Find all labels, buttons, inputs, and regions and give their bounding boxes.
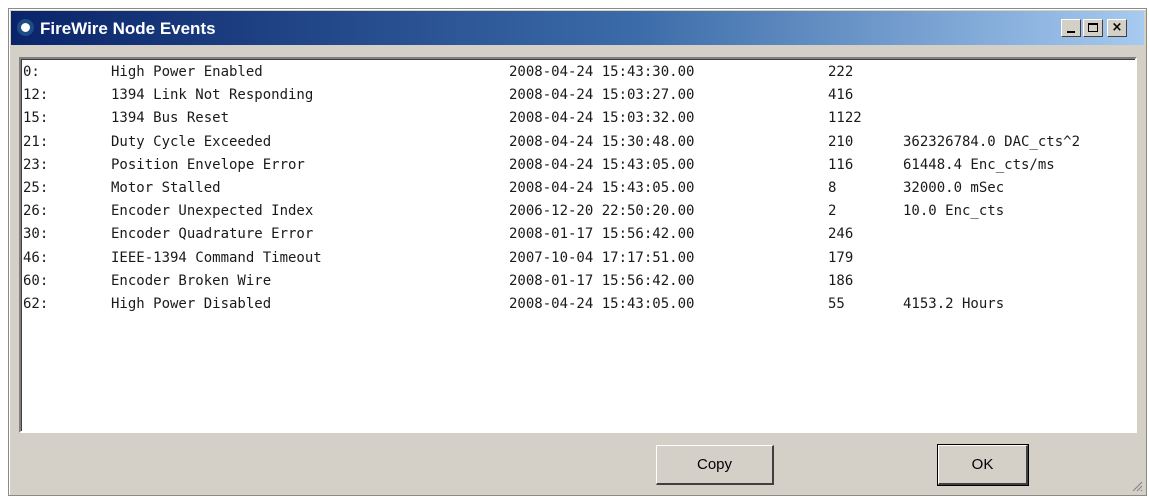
event-row[interactable]: 0: High Power Enabled 2008-04-24 15:43:30.…: [21, 61, 1135, 84]
event-value: 32000.0 mSec: [903, 180, 1005, 196]
event-timestamp: 2008-04-24 15:43:05.00: [509, 296, 695, 312]
event-timestamp: 2006-12-20 22:50:20.00: [509, 203, 695, 220]
event-count: 8: [828, 180, 837, 196]
event-id: 21:: [23, 133, 49, 150]
event-timestamp: 2008-04-24 15:43:05.00: [509, 180, 695, 196]
event-row[interactable]: 15: 1394 Bus Reset 2008-04-24 15:03:32.00 1…: [21, 107, 1135, 130]
title-bar[interactable]: FireWire Node Events ×: [11, 11, 1144, 45]
event-value: 10.0 Enc_cts: [903, 203, 1005, 220]
event-row[interactable]: 25: Motor Stalled 2008-04-24 15:43:05.00 8 3…: [21, 177, 1135, 200]
event-row[interactable]: 12: 1394 Link Not Responding 2008-04-24 15…: [21, 84, 1135, 107]
event-row[interactable]: 46: IEEE-1394 Command Timeout 2007-10-04 1…: [21, 247, 1135, 270]
event-timestamp: 2007-10-04 17:17:51.00: [509, 249, 695, 266]
ok-button[interactable]: OK: [937, 444, 1029, 486]
event-value: 61448.4 Enc_cts/ms: [903, 156, 1055, 173]
event-id: 26:: [23, 203, 49, 220]
event-timestamp: 2008-04-24 15:03:32.00: [509, 110, 695, 127]
event-id: 12:: [23, 87, 49, 104]
event-id: 23:: [23, 156, 49, 173]
maximize-button[interactable]: [1083, 19, 1103, 37]
event-row[interactable]: 26: Encoder Unexpected Index 2006-12-20 22…: [21, 200, 1135, 223]
event-id: 46:: [23, 249, 49, 266]
copy-button[interactable]: Copy: [656, 445, 774, 485]
event-count: 1122: [828, 110, 862, 127]
close-button[interactable]: ×: [1107, 19, 1127, 37]
event-count: 55: [828, 296, 845, 312]
event-id: 62:: [23, 296, 49, 312]
event-id: 60:: [23, 272, 49, 289]
event-count: 246: [828, 226, 854, 243]
event-id: 30:: [23, 226, 49, 243]
event-count: 116: [828, 156, 854, 173]
event-id: 0:: [23, 64, 40, 80]
minimize-icon: [1067, 31, 1075, 33]
event-id: 25:: [23, 180, 49, 196]
event-id: 15:: [23, 110, 49, 127]
firewire-node-events-window: FireWire Node Events × 0: High Power Enab…: [8, 8, 1147, 496]
event-value: 362326784.0 DAC_cts^2: [903, 133, 1081, 150]
event-name: 1394 Link Not Responding: [111, 87, 314, 104]
event-row[interactable]: 30: Encoder Quadrature Error 2008-01-17 15…: [21, 223, 1135, 246]
maximize-icon: [1088, 23, 1098, 32]
event-count: 179: [828, 249, 854, 266]
event-name: IEEE-1394 Command Timeout: [111, 249, 322, 266]
event-name: Duty Cycle Exceeded: [111, 133, 272, 150]
resize-grip-icon[interactable]: [1131, 480, 1143, 492]
event-value: 4153.2 Hours: [903, 296, 1005, 312]
event-list[interactable]: 0: High Power Enabled 2008-04-24 15:43:30.…: [19, 57, 1137, 433]
event-name: Encoder Unexpected Index: [111, 203, 314, 220]
event-count: 2: [828, 203, 837, 220]
event-name: Encoder Broken Wire: [111, 272, 272, 289]
event-count: 416: [828, 87, 854, 104]
event-timestamp: 2008-01-17 15:56:42.00: [509, 226, 695, 243]
event-name: 1394 Bus Reset: [111, 110, 230, 127]
event-name: Position Envelope Error: [111, 156, 305, 173]
event-name: High Power Enabled: [111, 64, 263, 80]
event-name: Motor Stalled: [111, 180, 221, 196]
event-timestamp: 2008-04-24 15:43:05.00: [509, 156, 695, 173]
event-row[interactable]: 60: Encoder Broken Wire 2008-01-17 15:56:4…: [21, 270, 1135, 293]
minimize-button[interactable]: [1061, 19, 1081, 37]
close-icon: ×: [1111, 20, 1123, 35]
event-timestamp: 2008-01-17 15:56:42.00: [509, 272, 695, 289]
app-icon: [17, 19, 34, 36]
window-title: FireWire Node Events: [40, 19, 216, 38]
event-timestamp: 2008-04-24 15:03:27.00: [509, 87, 695, 104]
event-name: Encoder Quadrature Error: [111, 226, 314, 243]
event-timestamp: 2008-04-24 15:43:30.00: [509, 64, 695, 80]
event-row[interactable]: 23: Position Envelope Error 2008-04-24 15:…: [21, 154, 1135, 177]
event-count: 210: [828, 133, 854, 150]
event-count: 222: [828, 64, 854, 80]
event-row[interactable]: 62: High Power Disabled 2008-04-24 15:43:0…: [21, 293, 1135, 316]
event-name: High Power Disabled: [111, 296, 272, 312]
event-row[interactable]: 21: Duty Cycle Exceeded 2008-04-24 15:30:4…: [21, 131, 1135, 154]
event-count: 186: [828, 272, 854, 289]
event-timestamp: 2008-04-24 15:30:48.00: [509, 133, 695, 150]
